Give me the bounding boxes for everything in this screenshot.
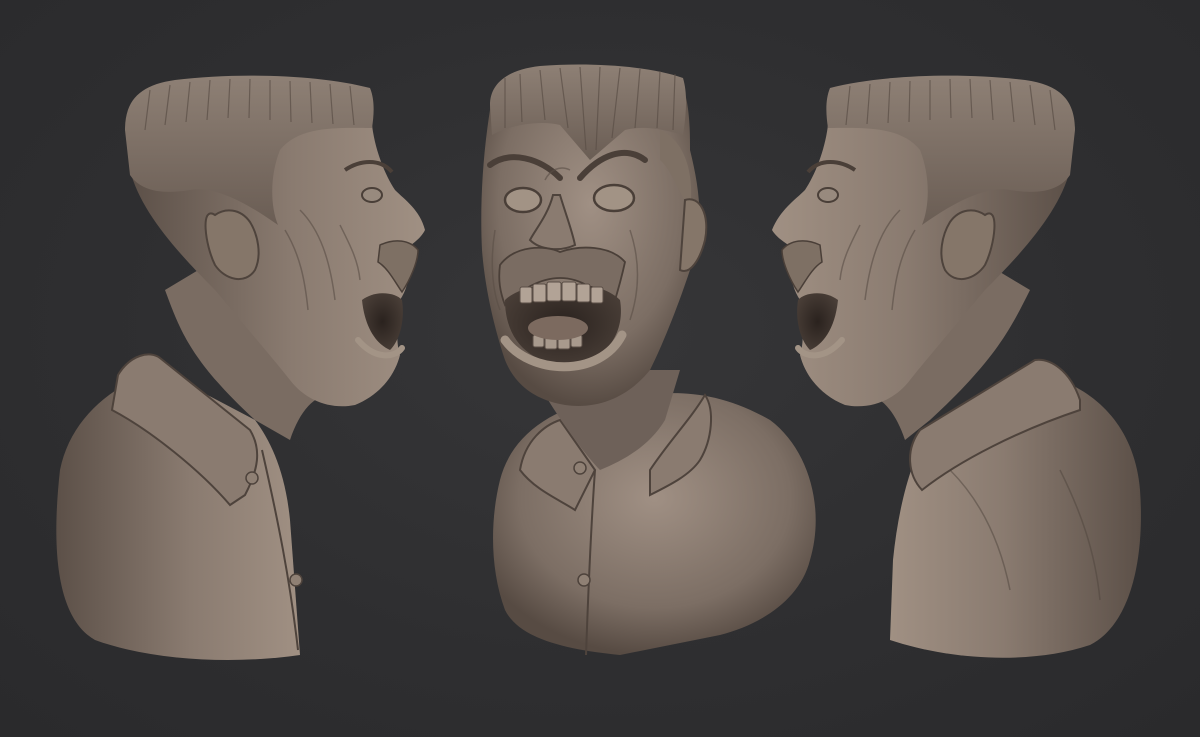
sculpt-viewport	[0, 0, 1200, 737]
front-shirt-button	[577, 573, 591, 587]
front-bust	[481, 64, 816, 656]
front-shirt-button	[573, 461, 587, 475]
front-eye-right	[592, 183, 636, 213]
left-shirt-button	[289, 573, 303, 587]
left-profile-bust	[56, 75, 425, 660]
right-eye	[817, 187, 839, 203]
front-eye-left	[503, 186, 543, 214]
left-shirt-button	[245, 471, 259, 485]
right-profile-bust	[772, 75, 1141, 658]
clay-bust-render	[56, 64, 1141, 660]
front-ear-right	[678, 198, 708, 272]
left-eye	[361, 187, 383, 203]
front-tongue	[528, 316, 588, 340]
